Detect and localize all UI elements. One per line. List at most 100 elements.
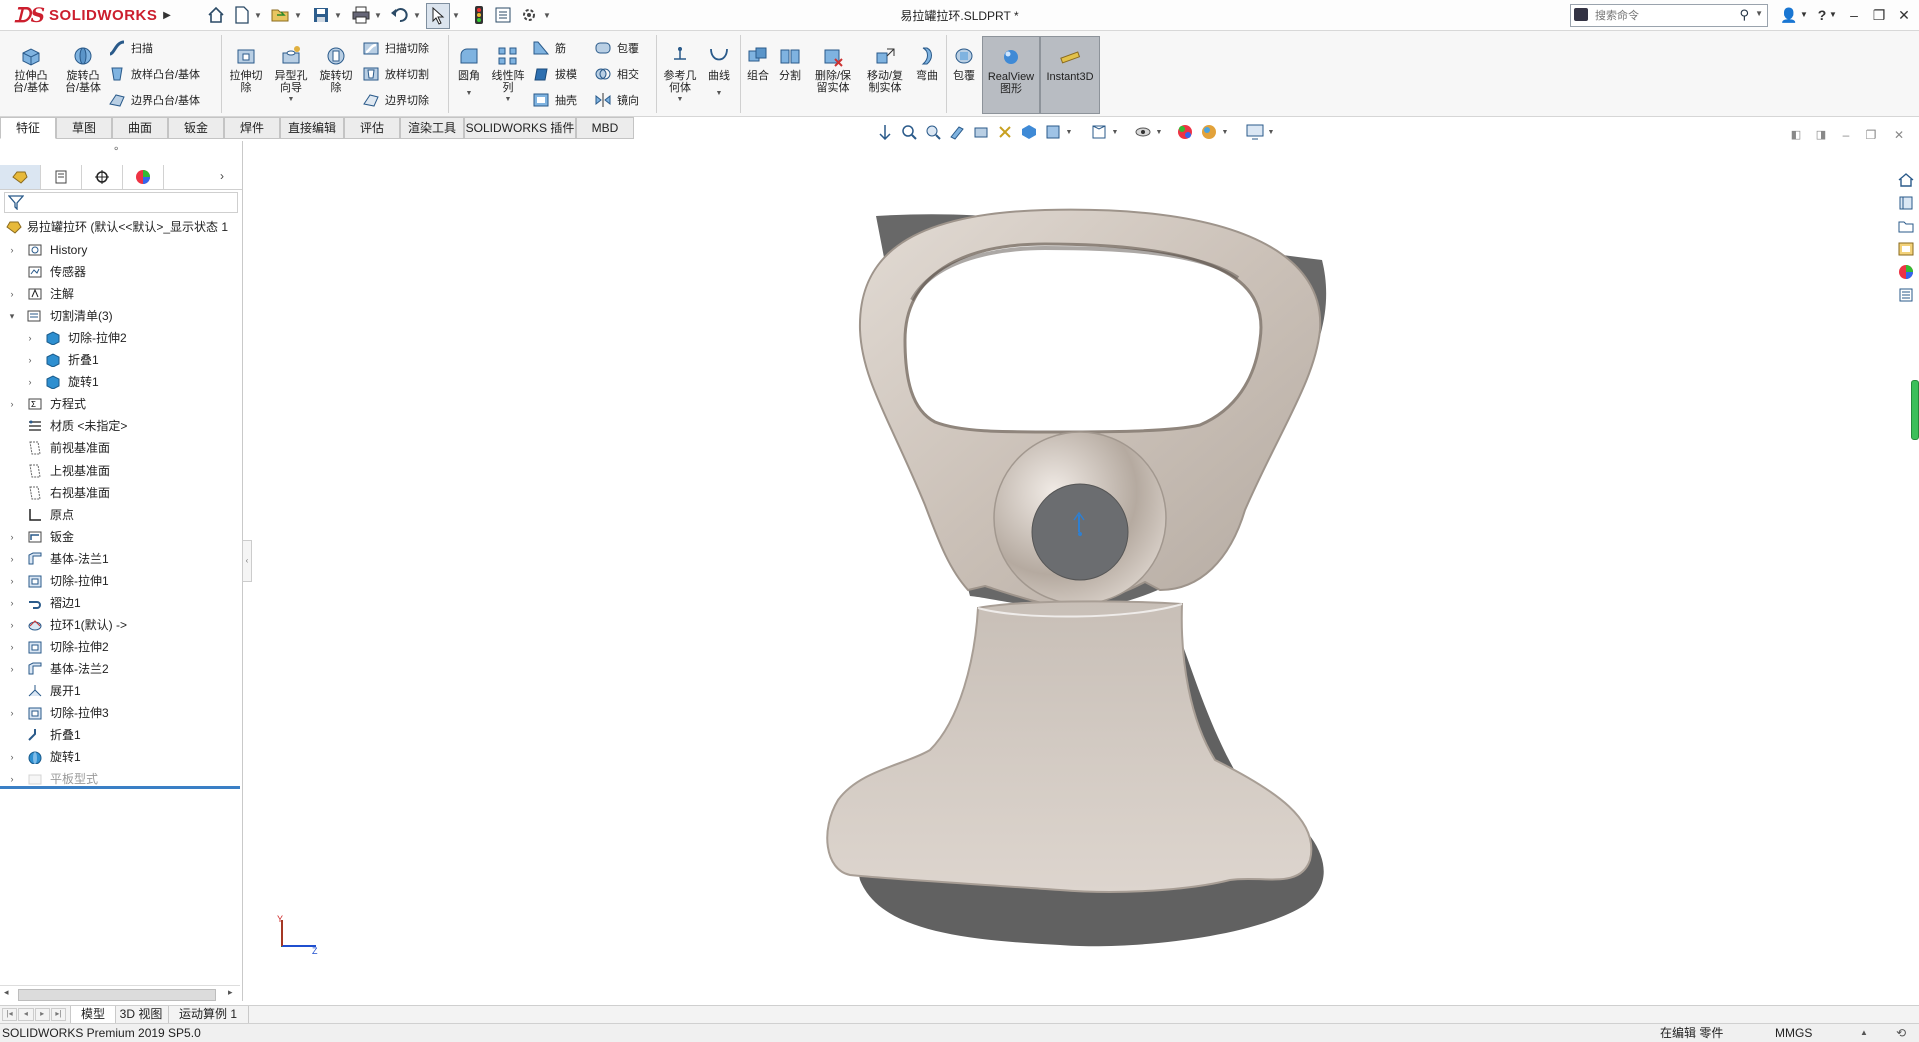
solidworks-logo[interactable]: ᗪS SOLIDWORKS bbox=[0, 0, 160, 30]
hide-show-dropdown-icon[interactable]: ▼ bbox=[1064, 121, 1074, 143]
home-icon[interactable] bbox=[203, 3, 229, 27]
view-settings-icon[interactable] bbox=[1174, 121, 1196, 143]
select-dropdown-icon[interactable]: ▼ bbox=[451, 3, 461, 27]
panel-splitter-dot[interactable]: ⚬ bbox=[112, 144, 120, 155]
expand-arrow-icon[interactable]: › bbox=[7, 526, 17, 548]
feature-tree-item[interactable]: 右视基准面 bbox=[0, 482, 240, 504]
realview-scene-icon[interactable] bbox=[1198, 121, 1220, 143]
new-dropdown-icon[interactable]: ▼ bbox=[253, 3, 263, 27]
next-tab-icon[interactable]: ▸ bbox=[34, 1008, 50, 1021]
appearance-dropdown-icon[interactable]: ▼ bbox=[1110, 121, 1120, 143]
scroll-right-icon[interactable]: ▸ bbox=[228, 987, 233, 998]
search-icon[interactable]: ⚲ bbox=[1739, 7, 1749, 23]
tab-sheet-metal[interactable]: 钣金 bbox=[168, 117, 224, 139]
feature-tree-item[interactable]: › 拉环1(默认) -> bbox=[0, 614, 240, 636]
scroll-left-icon[interactable]: ◂ bbox=[4, 987, 9, 998]
restore-window-button[interactable]: ❐ bbox=[1867, 4, 1891, 26]
expand-arrow-icon[interactable]: › bbox=[7, 570, 17, 592]
design-library-icon[interactable] bbox=[1896, 193, 1916, 213]
expand-arrow-icon[interactable]: › bbox=[7, 548, 17, 570]
feature-tree-item[interactable]: › 折叠1 bbox=[0, 349, 240, 371]
viewport-minimize-button[interactable]: – bbox=[1834, 124, 1858, 146]
zoom-to-fit-icon[interactable] bbox=[874, 121, 896, 143]
reference-geometry-button[interactable]: 参考几 何体 ▼ bbox=[660, 31, 700, 111]
rollback-bar[interactable] bbox=[0, 786, 240, 789]
expand-arrow-icon[interactable]: › bbox=[25, 349, 35, 371]
feature-tree-item[interactable]: › 切除-拉伸2 bbox=[0, 327, 240, 349]
options-dropdown-icon[interactable]: ▼ bbox=[542, 3, 552, 27]
search-input[interactable] bbox=[1593, 7, 1742, 25]
pull-tab-model[interactable] bbox=[826, 208, 1327, 947]
delete-keep-body-button[interactable]: 删除/保 留实体 bbox=[809, 31, 857, 111]
feature-tree-item[interactable]: › 褶边1 bbox=[0, 592, 240, 614]
viewport-close-button[interactable]: ✕ bbox=[1887, 124, 1911, 146]
search-box[interactable]: ⚲ ▼ bbox=[1570, 4, 1768, 27]
expand-arrow-icon[interactable]: › bbox=[7, 636, 17, 658]
expand-arrow-icon[interactable]: › bbox=[7, 658, 17, 680]
hole-wizard-dropdown-icon[interactable]: ▼ bbox=[288, 94, 295, 106]
first-tab-icon[interactable]: |◂ bbox=[2, 1008, 18, 1021]
task-pane-indicator[interactable] bbox=[1911, 380, 1919, 440]
tab-render-tools[interactable]: 渲染工具 bbox=[400, 117, 464, 139]
file-explorer-icon[interactable] bbox=[1896, 216, 1916, 236]
help-dropdown-icon[interactable]: ▼ bbox=[1828, 4, 1838, 26]
tab-surfaces[interactable]: 曲面 bbox=[112, 117, 168, 139]
linear-pattern-button[interactable]: 线性阵 列 ▼ bbox=[488, 31, 528, 111]
close-window-button[interactable]: ✕ bbox=[1892, 4, 1916, 26]
feature-tree-item[interactable]: › 切除-拉伸2 bbox=[0, 636, 240, 658]
tab-mbd[interactable]: MBD bbox=[576, 117, 634, 139]
feature-tree-item[interactable]: › History bbox=[0, 239, 240, 261]
display-style-icon[interactable] bbox=[1018, 121, 1040, 143]
status-customize-icon[interactable]: ⟲ bbox=[1896, 1024, 1906, 1042]
flex-button[interactable]: 弯曲 bbox=[912, 31, 942, 111]
swept-cut-button[interactable]: 扫描切除 bbox=[362, 38, 429, 58]
tab-sketch[interactable]: 草图 bbox=[56, 117, 112, 139]
panel-expand-arrow[interactable]: › bbox=[220, 169, 224, 183]
lofted-cut-button[interactable]: 放样切割 bbox=[362, 64, 429, 84]
wrap-body-button[interactable]: 包覆 bbox=[949, 31, 979, 111]
expand-arrow-icon[interactable]: › bbox=[7, 614, 17, 636]
tab-motion-study[interactable]: 运动算例 1 bbox=[168, 1006, 249, 1023]
revolve-boss-button[interactable]: 旋转凸 台/基体 bbox=[58, 31, 108, 111]
expand-arrow-icon[interactable]: › bbox=[7, 393, 17, 415]
feature-tree-item[interactable]: › 旋转1 bbox=[0, 371, 240, 393]
panel-horizontal-scrollbar[interactable]: ◂ ▸ bbox=[0, 985, 240, 1003]
rib-button[interactable]: 筋 bbox=[532, 38, 566, 58]
intersect-button[interactable]: 相交 bbox=[594, 64, 639, 84]
section-view-icon[interactable] bbox=[946, 121, 968, 143]
feature-tree-item[interactable]: 展开1 bbox=[0, 680, 240, 702]
feature-tree-item[interactable]: ▾ 切割清单(3) bbox=[0, 305, 240, 327]
expand-arrow-icon[interactable]: › bbox=[25, 327, 35, 349]
graphics-area[interactable] bbox=[250, 150, 1890, 1000]
fillet-button[interactable]: 圆角 ▼ bbox=[452, 31, 486, 111]
feature-tree-item[interactable]: › 注解 bbox=[0, 283, 240, 305]
collapse-arrow-icon[interactable]: ▾ bbox=[7, 305, 17, 327]
dynamic-annotation-icon[interactable] bbox=[970, 121, 992, 143]
tab-solidworks-addins[interactable]: SOLIDWORKS 插件 bbox=[464, 117, 576, 139]
units-dropdown-icon[interactable]: ▲ bbox=[1860, 1024, 1868, 1042]
units-selector[interactable]: MMGS bbox=[1775, 1024, 1812, 1042]
tree-filter-box[interactable] bbox=[4, 192, 238, 213]
fillet-dropdown-icon[interactable]: ▼ bbox=[466, 88, 473, 100]
split-button[interactable]: 分割 bbox=[775, 31, 805, 111]
feature-tree-item[interactable]: 原点 bbox=[0, 504, 240, 526]
feature-tree-item[interactable]: 折叠1 bbox=[0, 724, 240, 746]
appearances-scenes-icon[interactable] bbox=[1896, 262, 1916, 282]
loft-boss-button[interactable]: 放样凸台/基体 bbox=[108, 64, 200, 84]
feature-tree-item[interactable]: › 切除-拉伸3 bbox=[0, 702, 240, 724]
feature-tree-item[interactable]: 前视基准面 bbox=[0, 437, 240, 459]
realview-dropdown-icon[interactable]: ▼ bbox=[1220, 121, 1230, 143]
feature-tree-item[interactable]: › 钣金 bbox=[0, 526, 240, 548]
zoom-to-area-icon[interactable] bbox=[898, 121, 920, 143]
new-document-icon[interactable] bbox=[229, 3, 255, 27]
feature-tree-item[interactable]: › 基体-法兰2 bbox=[0, 658, 240, 680]
feature-tree-item[interactable]: › Σ 方程式 bbox=[0, 393, 240, 415]
edit-appearance-icon[interactable] bbox=[1088, 121, 1110, 143]
display-monitor-icon[interactable] bbox=[1244, 121, 1266, 143]
save-dropdown-icon[interactable]: ▼ bbox=[333, 3, 343, 27]
expand-arrow-icon[interactable]: › bbox=[7, 592, 17, 614]
prev-tab-icon[interactable]: ◂ bbox=[18, 1008, 34, 1021]
file-properties-icon[interactable] bbox=[490, 3, 516, 27]
expand-arrow-icon[interactable]: › bbox=[7, 702, 17, 724]
solidworks-resources-icon[interactable] bbox=[1896, 170, 1916, 190]
